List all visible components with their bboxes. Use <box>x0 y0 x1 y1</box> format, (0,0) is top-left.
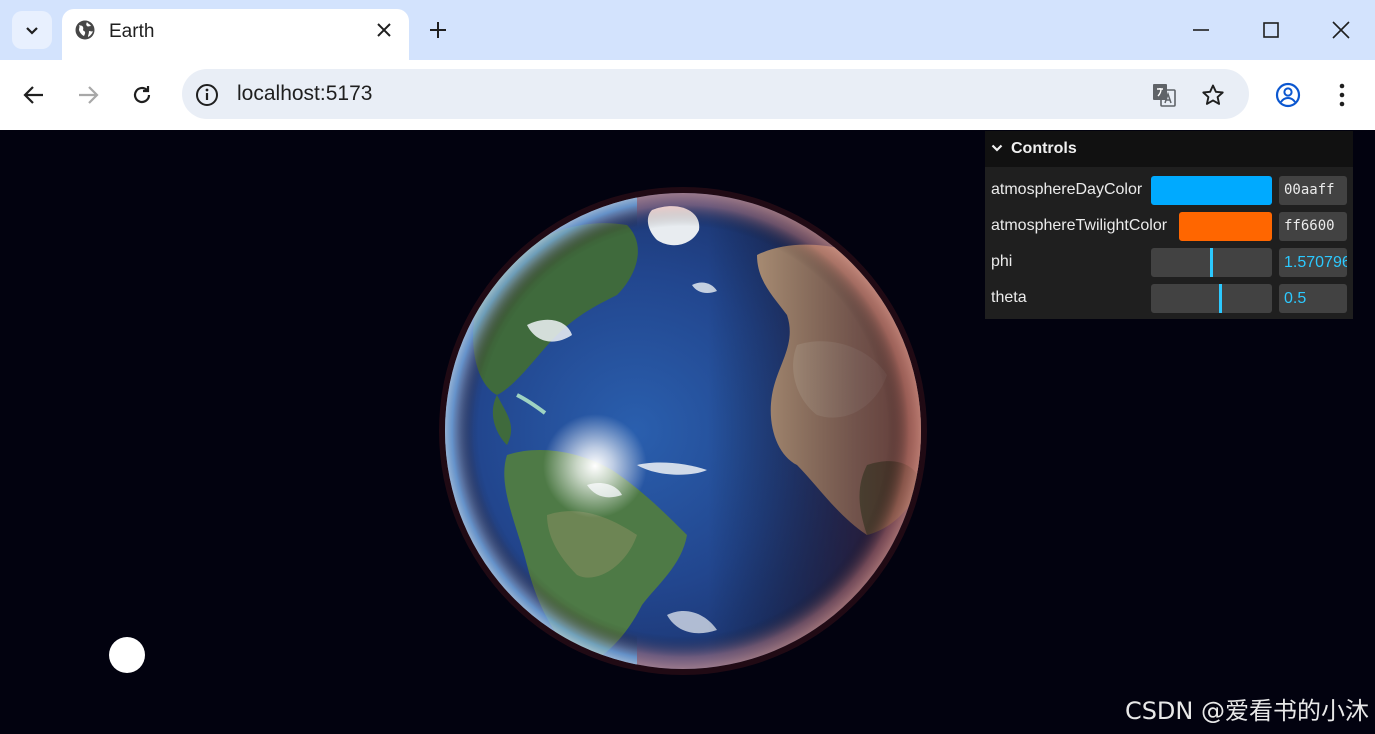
account-circle-icon <box>1275 82 1301 108</box>
control-row-phi: phi 1.570796 <box>985 244 1353 280</box>
color-hex-input[interactable]: ff6600 <box>1279 212 1347 241</box>
control-label: theta <box>991 289 1027 306</box>
minimize-icon <box>1193 29 1209 31</box>
translate-icon <box>1153 84 1176 107</box>
earth-globe <box>439 187 927 675</box>
control-label: atmosphereTwilightColor <box>991 217 1168 234</box>
maximize-button[interactable] <box>1256 15 1286 45</box>
more-vertical-icon <box>1339 83 1345 107</box>
controls-title: Controls <box>1011 140 1077 157</box>
control-label: atmosphereDayColor <box>991 181 1143 198</box>
phi-input[interactable]: 1.570796 <box>1279 248 1347 277</box>
webgl-canvas[interactable]: Controls atmosphereDayColor 00aaff atmos… <box>0 130 1375 734</box>
color-hex-input[interactable]: 00aaff <box>1279 176 1347 205</box>
arrow-left-icon <box>23 86 43 104</box>
forward-button[interactable] <box>73 80 103 110</box>
color-swatch[interactable] <box>1151 176 1272 205</box>
theta-input[interactable]: 0.5 <box>1279 284 1347 313</box>
translate-button[interactable] <box>1150 81 1178 109</box>
close-icon <box>377 23 391 37</box>
star-icon <box>1202 84 1224 105</box>
controls-panel: Controls atmosphereDayColor 00aaff atmos… <box>985 131 1353 319</box>
menu-button[interactable] <box>1327 80 1357 110</box>
tab-close-button[interactable] <box>373 19 395 41</box>
theta-slider[interactable] <box>1151 284 1272 313</box>
controls-header[interactable]: Controls <box>985 131 1353 167</box>
minimize-button[interactable] <box>1186 15 1216 45</box>
tab-strip: Earth <box>0 0 1375 60</box>
control-row-atmosphere-day-color: atmosphereDayColor 00aaff <box>985 172 1353 208</box>
tab-title: Earth <box>109 21 155 42</box>
url-text[interactable]: localhost:5173 <box>237 82 372 106</box>
moon <box>109 637 145 673</box>
address-bar[interactable]: localhost:5173 <box>182 69 1249 119</box>
browser-toolbar: localhost:5173 <box>0 60 1375 130</box>
info-icon[interactable] <box>194 82 220 108</box>
control-label: phi <box>991 253 1013 270</box>
reload-icon <box>133 86 151 104</box>
color-swatch[interactable] <box>1179 212 1272 241</box>
close-window-button[interactable] <box>1326 15 1356 45</box>
bookmark-button[interactable] <box>1199 81 1227 109</box>
tab-search-button[interactable] <box>12 11 52 49</box>
plus-icon <box>430 22 446 38</box>
slider-thumb[interactable] <box>1210 248 1213 277</box>
maximize-icon <box>1263 22 1279 38</box>
globe-icon <box>75 20 95 40</box>
control-row-atmosphere-twilight-color: atmosphereTwilightColor ff6600 <box>985 208 1353 244</box>
phi-slider[interactable] <box>1151 248 1272 277</box>
arrow-right-icon <box>79 86 99 104</box>
reload-button[interactable] <box>127 80 157 110</box>
back-button[interactable] <box>19 80 49 110</box>
slider-thumb[interactable] <box>1219 284 1222 313</box>
profile-button[interactable] <box>1273 80 1303 110</box>
tab-earth[interactable]: Earth <box>62 9 409 60</box>
watermark-text: CSDN @爱看书的小沐 <box>1124 697 1369 725</box>
chevron-down-icon <box>26 27 38 35</box>
control-row-theta: theta 0.5 <box>985 280 1353 316</box>
close-icon <box>1332 21 1350 39</box>
new-tab-button[interactable] <box>426 18 450 42</box>
chevron-down-icon <box>991 144 1003 152</box>
